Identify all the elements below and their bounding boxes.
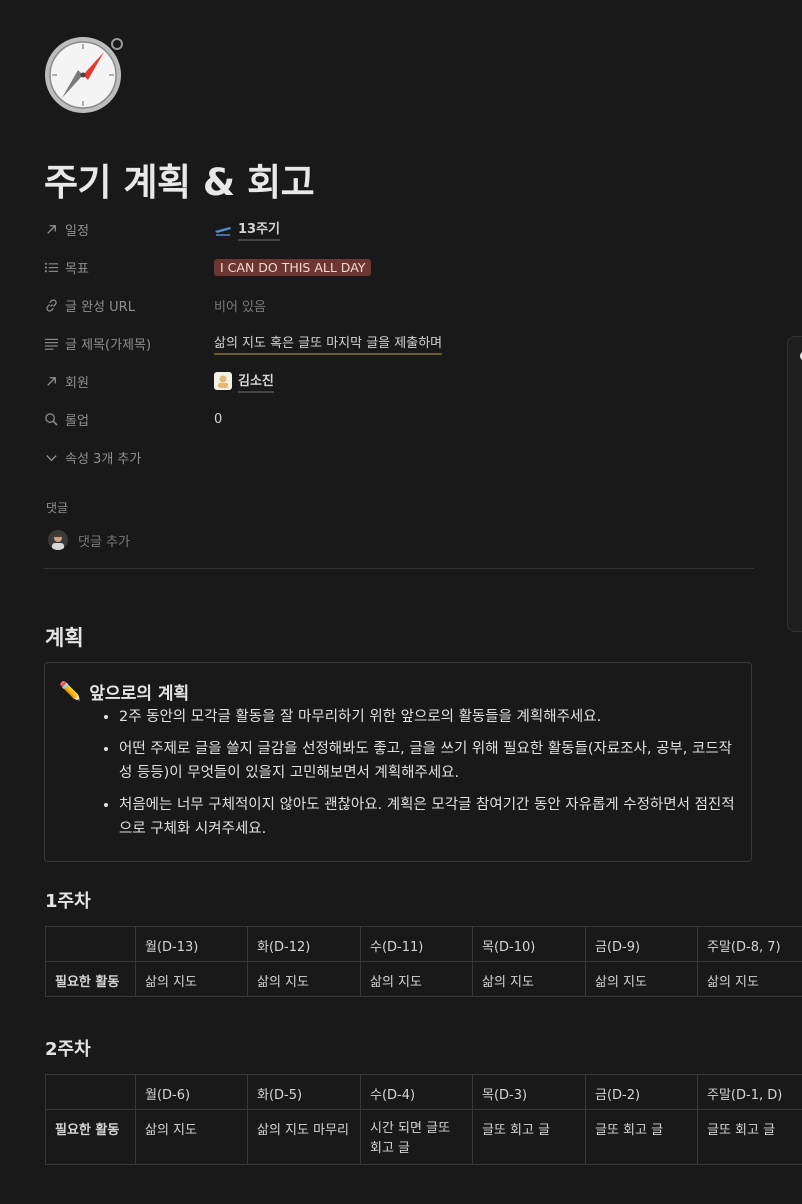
arrow-upright-icon — [47, 224, 56, 234]
table-cell[interactable]: 시간 되면 글또 회고 글 — [360, 1109, 473, 1165]
table-cell[interactable]: 삶의 지도 — [360, 961, 473, 997]
property-post-title[interactable]: 글 제목(가제목) 삶의 지도 혹은 글또 마지막 글을 제출하며 — [44, 326, 764, 360]
rollup-value: 0 — [214, 411, 223, 427]
table-header-cell[interactable]: 수(D-11) — [360, 926, 473, 962]
week1-table: 월(D-13) 화(D-12) 수(D-11) 목(D-10) 금(D-9) 주… — [45, 926, 802, 997]
list-item: 어떤 주제로 글을 쓸지 글감을 선정해봐도 좋고, 글을 쓰기 위해 필요한 … — [119, 737, 739, 785]
week2-heading[interactable]: 2주차 — [45, 1035, 91, 1061]
chevron-down-icon — [46, 454, 57, 461]
table-header-cell[interactable]: 목(D-3) — [472, 1074, 586, 1110]
table-header-cell[interactable]: 월(D-13) — [135, 926, 248, 962]
plan-heading[interactable]: 계획 — [45, 622, 84, 652]
table-row: 필요한 활동 삶의 지도 삶의 지도 마무리 시간 되면 글또 회고 글 글또 … — [45, 1109, 802, 1165]
property-rollup[interactable]: 롤업 0 — [44, 402, 764, 436]
page-title[interactable]: 주기 계획 & 회고 — [44, 152, 315, 206]
add-comment-placeholder[interactable]: 댓글 추가 — [78, 531, 130, 550]
table-header-cell[interactable]: 목(D-10) — [472, 926, 586, 962]
url-empty-value[interactable]: 비어 있음 — [214, 296, 266, 315]
property-label: 글 완성 URL — [65, 299, 135, 315]
week2-table: 월(D-6) 화(D-5) 수(D-4) 목(D-3) 금(D-2) 주말(D-… — [45, 1074, 802, 1165]
table-cell[interactable]: 삶의 지도 — [247, 961, 361, 997]
table-cell[interactable]: 삶의 지도 — [472, 961, 586, 997]
schedule-link[interactable]: 13주기 — [238, 218, 281, 241]
table-header-cell[interactable]: 주말(D-8, 7) — [697, 926, 802, 962]
table-header-cell[interactable]: 화(D-5) — [247, 1074, 361, 1110]
table-header-cell[interactable] — [45, 926, 136, 962]
property-schedule[interactable]: 일정 13주기 — [44, 212, 764, 246]
property-url[interactable]: 글 완성 URL 비어 있음 — [44, 288, 764, 322]
table-cell[interactable]: 삶의 지도 — [697, 961, 802, 997]
property-member[interactable]: 회원 김소진 — [44, 364, 764, 398]
member-link[interactable]: 김소진 — [238, 370, 274, 393]
list-item: 처음에는 너무 구체적이지 않아도 괜찮아요. 계획은 모각글 참여기간 동안 … — [119, 793, 739, 841]
link-icon — [46, 298, 57, 312]
table-header-cell[interactable]: 화(D-12) — [247, 926, 361, 962]
table-row-label[interactable]: 필요한 활동 — [45, 1109, 136, 1165]
plan-callout[interactable]: ✏️ 앞으로의 계획 2주 동안의 모각글 활동을 잘 마무리하기 위한 앞으로… — [44, 662, 752, 862]
table-header-cell[interactable]: 수(D-4) — [360, 1074, 473, 1110]
pencil-icon: ✏️ — [59, 681, 82, 702]
arrow-upright-icon — [47, 376, 56, 386]
table-cell[interactable]: 글또 회고 글 — [697, 1109, 802, 1165]
list-icon — [44, 262, 59, 272]
search-icon — [45, 412, 58, 426]
text-lines-icon — [44, 338, 59, 350]
property-goal[interactable]: 목표 I CAN DO THIS ALL DAY — [44, 250, 764, 284]
side-panel[interactable] — [787, 336, 802, 632]
comments-label: 댓글 — [46, 501, 69, 515]
compass-icon[interactable] — [44, 34, 126, 116]
goal-tag[interactable]: I CAN DO THIS ALL DAY — [214, 258, 372, 276]
more-properties-toggle[interactable]: 속성 3개 추가 — [44, 440, 764, 474]
table-header-cell[interactable]: 금(D-2) — [585, 1074, 698, 1110]
divider — [44, 568, 754, 569]
week1-heading[interactable]: 1주차 — [45, 887, 91, 913]
table-cell[interactable]: 삶의 지도 — [135, 1109, 248, 1165]
property-label: 회원 — [65, 375, 89, 391]
property-label: 글 제목(가제목) — [65, 337, 152, 353]
more-properties-label: 속성 3개 추가 — [65, 451, 142, 467]
table-cell[interactable]: 글또 회고 글 — [472, 1109, 586, 1165]
table-row-label[interactable]: 필요한 활동 — [45, 961, 136, 997]
table-header-cell[interactable] — [45, 1074, 136, 1110]
table-cell[interactable]: 글또 회고 글 — [585, 1109, 698, 1165]
table-header-cell[interactable]: 월(D-6) — [135, 1074, 248, 1110]
table-header-cell[interactable]: 주말(D-1, D) — [697, 1074, 802, 1110]
add-comment[interactable]: 댓글 추가 — [48, 530, 130, 550]
property-label: 롤업 — [65, 413, 89, 429]
airplane-icon — [215, 227, 231, 236]
table-cell[interactable]: 삶의 지도 — [585, 961, 698, 997]
table-header-cell[interactable]: 금(D-9) — [585, 926, 698, 962]
table-cell[interactable]: 삶의 지도 — [135, 961, 248, 997]
property-label: 목표 — [65, 261, 89, 277]
post-title-value[interactable]: 삶의 지도 혹은 글또 마지막 글을 제출하며 — [214, 332, 443, 355]
table-cell[interactable]: 삶의 지도 마무리 — [247, 1109, 361, 1165]
table-row: 필요한 활동 삶의 지도 삶의 지도 삶의 지도 삶의 지도 삶의 지도 삶의 … — [45, 961, 802, 997]
user-avatar-icon — [214, 372, 232, 390]
callout-list: 2주 동안의 모각글 활동을 잘 마무리하기 위한 앞으로의 활동들을 계획해주… — [95, 705, 739, 849]
property-label: 일정 — [65, 223, 89, 239]
callout-title: 앞으로의 계획 — [89, 684, 190, 704]
avatar — [48, 530, 68, 550]
list-item: 2주 동안의 모각글 활동을 잘 마무리하기 위한 앞으로의 활동들을 계획해주… — [119, 705, 739, 729]
